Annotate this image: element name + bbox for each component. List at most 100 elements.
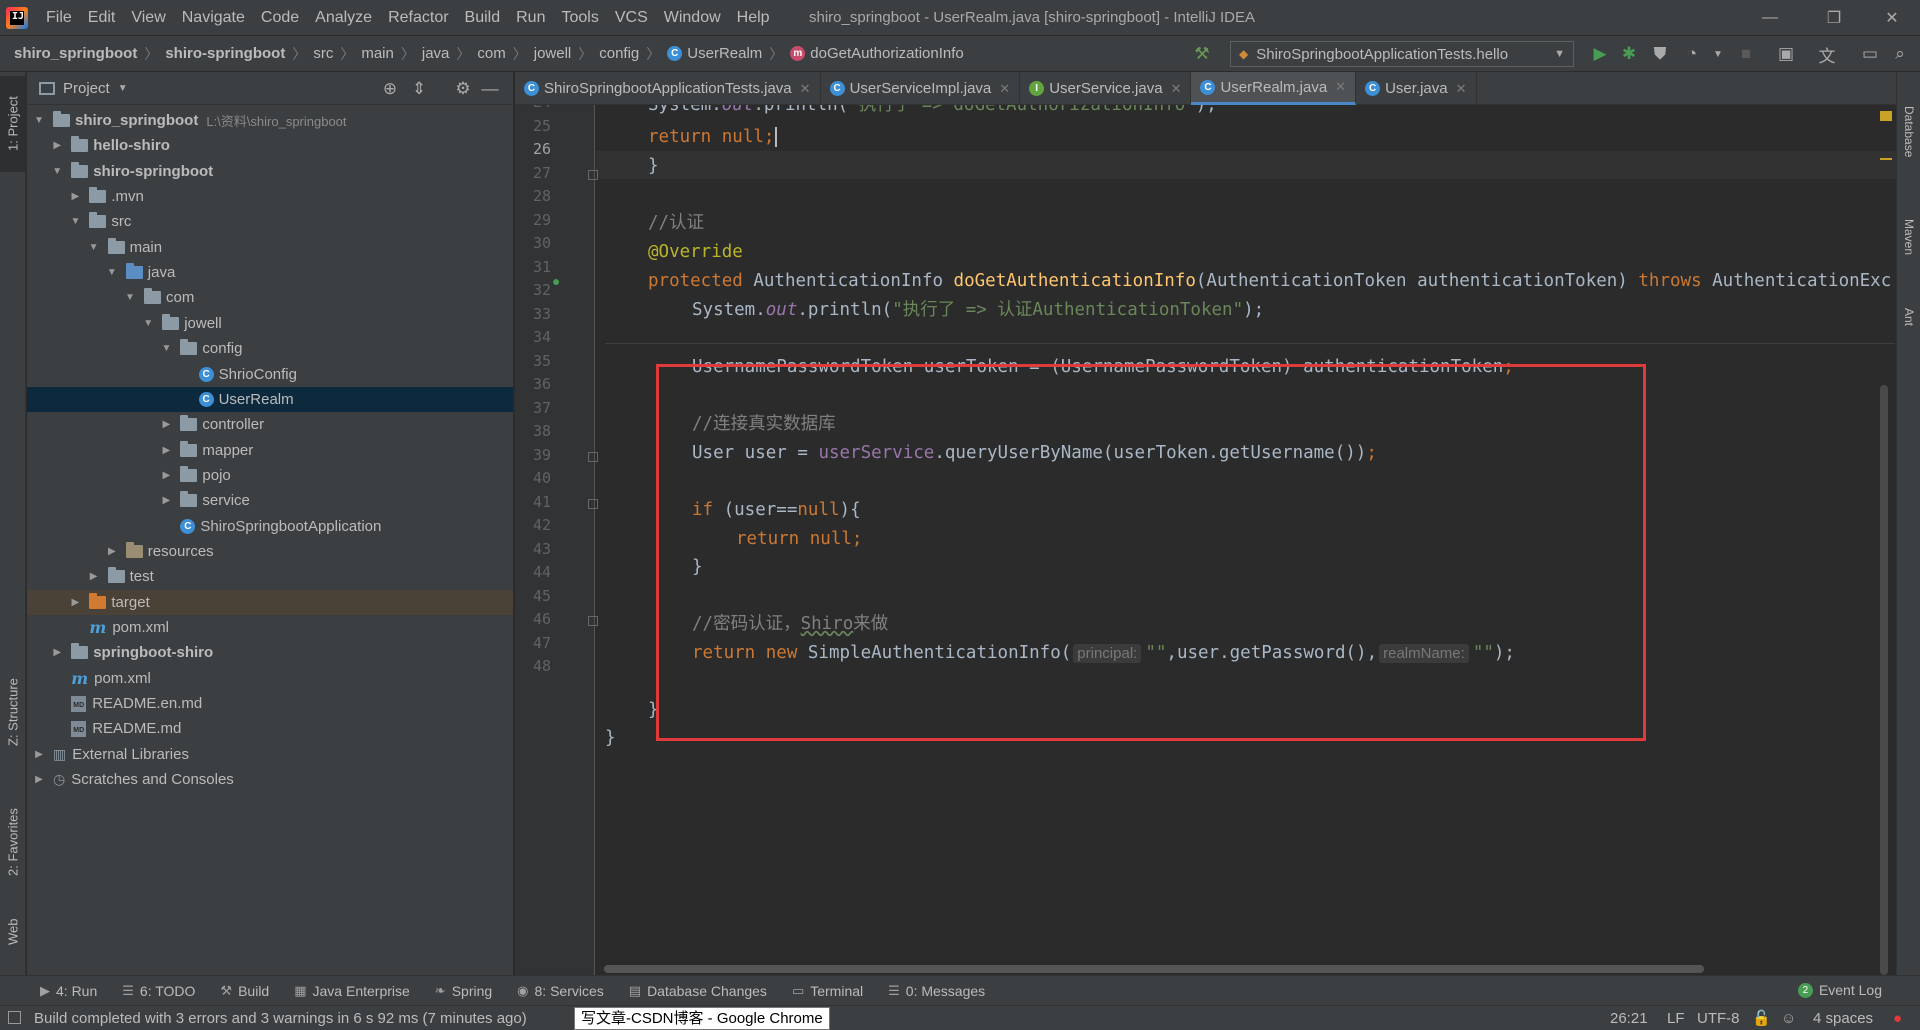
close-tab-icon[interactable]: ✕ [1335,79,1346,95]
expanded-arrow-icon[interactable]: ▼ [160,343,172,354]
expanded-arrow-icon[interactable]: ▼ [124,292,136,303]
tool-window-button[interactable]: ▦ Java Enterprise [294,983,410,999]
editor-tab[interactable]: I UserService.java ✕ [1020,72,1192,105]
tool-window-button[interactable]: ▤ Database Changes [629,983,767,999]
tree-item[interactable]: ▶ hello-shiro [27,133,513,158]
tree-item[interactable]: MD README.en.md [27,691,513,716]
tree-item[interactable]: ▼ main [27,235,513,260]
line-separator[interactable]: LF [1667,1006,1685,1030]
close-tab-icon[interactable]: ✕ [800,81,811,97]
inspector-icon[interactable]: ☺ [1781,1006,1796,1030]
tree-item[interactable]: ▶ service [27,488,513,513]
presentation-icon[interactable]: ▭ [1858,42,1882,66]
event-log-button[interactable]: 2 Event Log [1797,982,1882,998]
menu-refactor[interactable]: Refactor [380,0,456,35]
warning-stripe-marker[interactable] [1880,158,1892,160]
restore-button[interactable]: ❐ [1806,0,1862,35]
menu-help[interactable]: Help [729,0,778,35]
project-view-title[interactable]: Project [63,80,110,97]
translate-icon[interactable]: 文 [1815,42,1839,66]
expanded-arrow-icon[interactable]: ▼ [33,115,45,126]
expanded-arrow-icon[interactable]: ▼ [51,166,63,177]
profile-icon[interactable]: ◔ [1680,42,1704,66]
collapsed-arrow-icon[interactable]: ▶ [106,546,118,557]
crumb-jowell[interactable]: jowell [534,45,572,62]
expanded-arrow-icon[interactable]: ▼ [106,267,118,278]
menu-vcs[interactable]: VCS [607,0,656,35]
lock-icon[interactable]: 🔓 [1752,1006,1771,1030]
run-icon[interactable]: ▶ [1588,42,1612,66]
ide-status-icon[interactable]: ● [1893,1006,1902,1030]
collapsed-arrow-icon[interactable]: ▶ [33,774,45,785]
close-window-button[interactable]: ✕ [1864,0,1920,35]
tool-window-button[interactable]: ❧ Spring [435,983,492,999]
tree-item[interactable]: C ShrioConfig [27,362,513,387]
tool-window-button[interactable]: ☰ 0: Messages [888,983,985,999]
fold-marker-icon[interactable] [588,498,598,509]
editor-tab[interactable]: C UserServiceImpl.java ✕ [821,72,1021,105]
tool-window-button[interactable]: ◉ 8: Services [517,983,604,999]
build-hammer-icon[interactable]: ⚒ [1190,42,1214,66]
collapsed-arrow-icon[interactable]: ▶ [33,749,45,760]
tool-window-button[interactable]: ▭ Terminal [792,983,863,999]
tree-item[interactable]: ▶ target [27,589,513,615]
locate-icon[interactable]: ⊕ [379,78,401,100]
horizontal-scrollbar[interactable] [604,965,1704,973]
collapsed-arrow-icon[interactable]: ▶ [160,495,172,506]
menu-code[interactable]: Code [253,0,307,35]
tab-favorites[interactable]: 2: Favorites [0,792,26,892]
close-tab-icon[interactable]: ✕ [1171,81,1182,97]
tree-item[interactable]: C UserRealm [27,386,513,412]
hide-panel-icon[interactable]: — [479,78,501,100]
expanded-arrow-icon[interactable]: ▼ [69,216,81,227]
tree-item[interactable]: ▼ shiro_springboot L:\资料\shiro_springboot [27,108,513,133]
collapsed-arrow-icon[interactable]: ▶ [88,571,100,582]
tree-item[interactable]: ▶ mapper [27,438,513,463]
tree-item[interactable]: ▼ src [27,209,513,234]
menu-file[interactable]: File [38,0,80,35]
expanded-arrow-icon[interactable]: ▼ [88,242,100,253]
collapsed-arrow-icon[interactable]: ▶ [69,191,81,202]
tree-item[interactable]: C ShiroSpringbootApplication [27,514,513,539]
status-message[interactable]: Build completed with 3 errors and 3 warn… [34,1010,527,1027]
crumb-src[interactable]: src [313,45,333,62]
tree-item[interactable]: ▶ ◷ Scratches and Consoles [27,767,513,792]
menu-view[interactable]: View [123,0,173,35]
menu-tools[interactable]: Tools [553,0,606,35]
crumb-java[interactable]: java [422,45,450,62]
collapsed-arrow-icon[interactable]: ▶ [69,597,81,608]
fold-marker-icon[interactable] [588,169,598,180]
tool-window-button[interactable]: ⚒ Build [220,983,269,999]
caret-position[interactable]: 26:21 [1610,1006,1648,1030]
tree-item[interactable]: ▶ controller [27,412,513,437]
collapsed-arrow-icon[interactable]: ▶ [51,140,63,151]
project-structure-icon[interactable]: ▣ [1774,42,1798,66]
stop-icon[interactable]: ■ [1734,42,1758,66]
minimize-button[interactable]: — [1742,0,1798,35]
search-icon[interactable]: ⌕ [1888,42,1912,66]
fold-marker-icon[interactable] [588,451,598,462]
gear-icon[interactable]: ⚙ [452,78,474,100]
tree-item[interactable]: MD README.md [27,716,513,741]
indent-setting[interactable]: 4 spaces [1813,1006,1873,1030]
tree-item[interactable]: ▼ config [27,336,513,361]
tree-item[interactable]: ▶ .mvn [27,184,513,209]
close-tab-icon[interactable]: ✕ [999,81,1010,97]
tree-item[interactable]: ▶ test [27,564,513,589]
coverage-icon[interactable]: ⛊ [1648,42,1672,66]
toggle-tool-windows-icon[interactable] [8,1011,21,1024]
tab-ant[interactable]: Ant [1897,292,1920,342]
tab-database[interactable]: Database [1897,82,1920,182]
expanded-arrow-icon[interactable]: ▼ [142,318,154,329]
crumb-class[interactable]: C UserRealm [667,45,762,62]
crumb-project[interactable]: shiro_springboot [14,45,137,62]
menu-navigate[interactable]: Navigate [174,0,253,35]
run-configuration-select[interactable]: ◆ ShiroSpringbootApplicationTests.hello … [1230,41,1574,67]
tree-item[interactable]: ▼ com [27,285,513,310]
tree-item[interactable]: ▼ jowell [27,311,513,336]
file-encoding[interactable]: UTF-8 [1697,1006,1740,1030]
menu-run[interactable]: Run [508,0,553,35]
implements-marker-icon[interactable]: ● [552,273,560,289]
collapse-all-icon[interactable]: ⇕ [408,78,430,100]
menu-edit[interactable]: Edit [80,0,124,35]
